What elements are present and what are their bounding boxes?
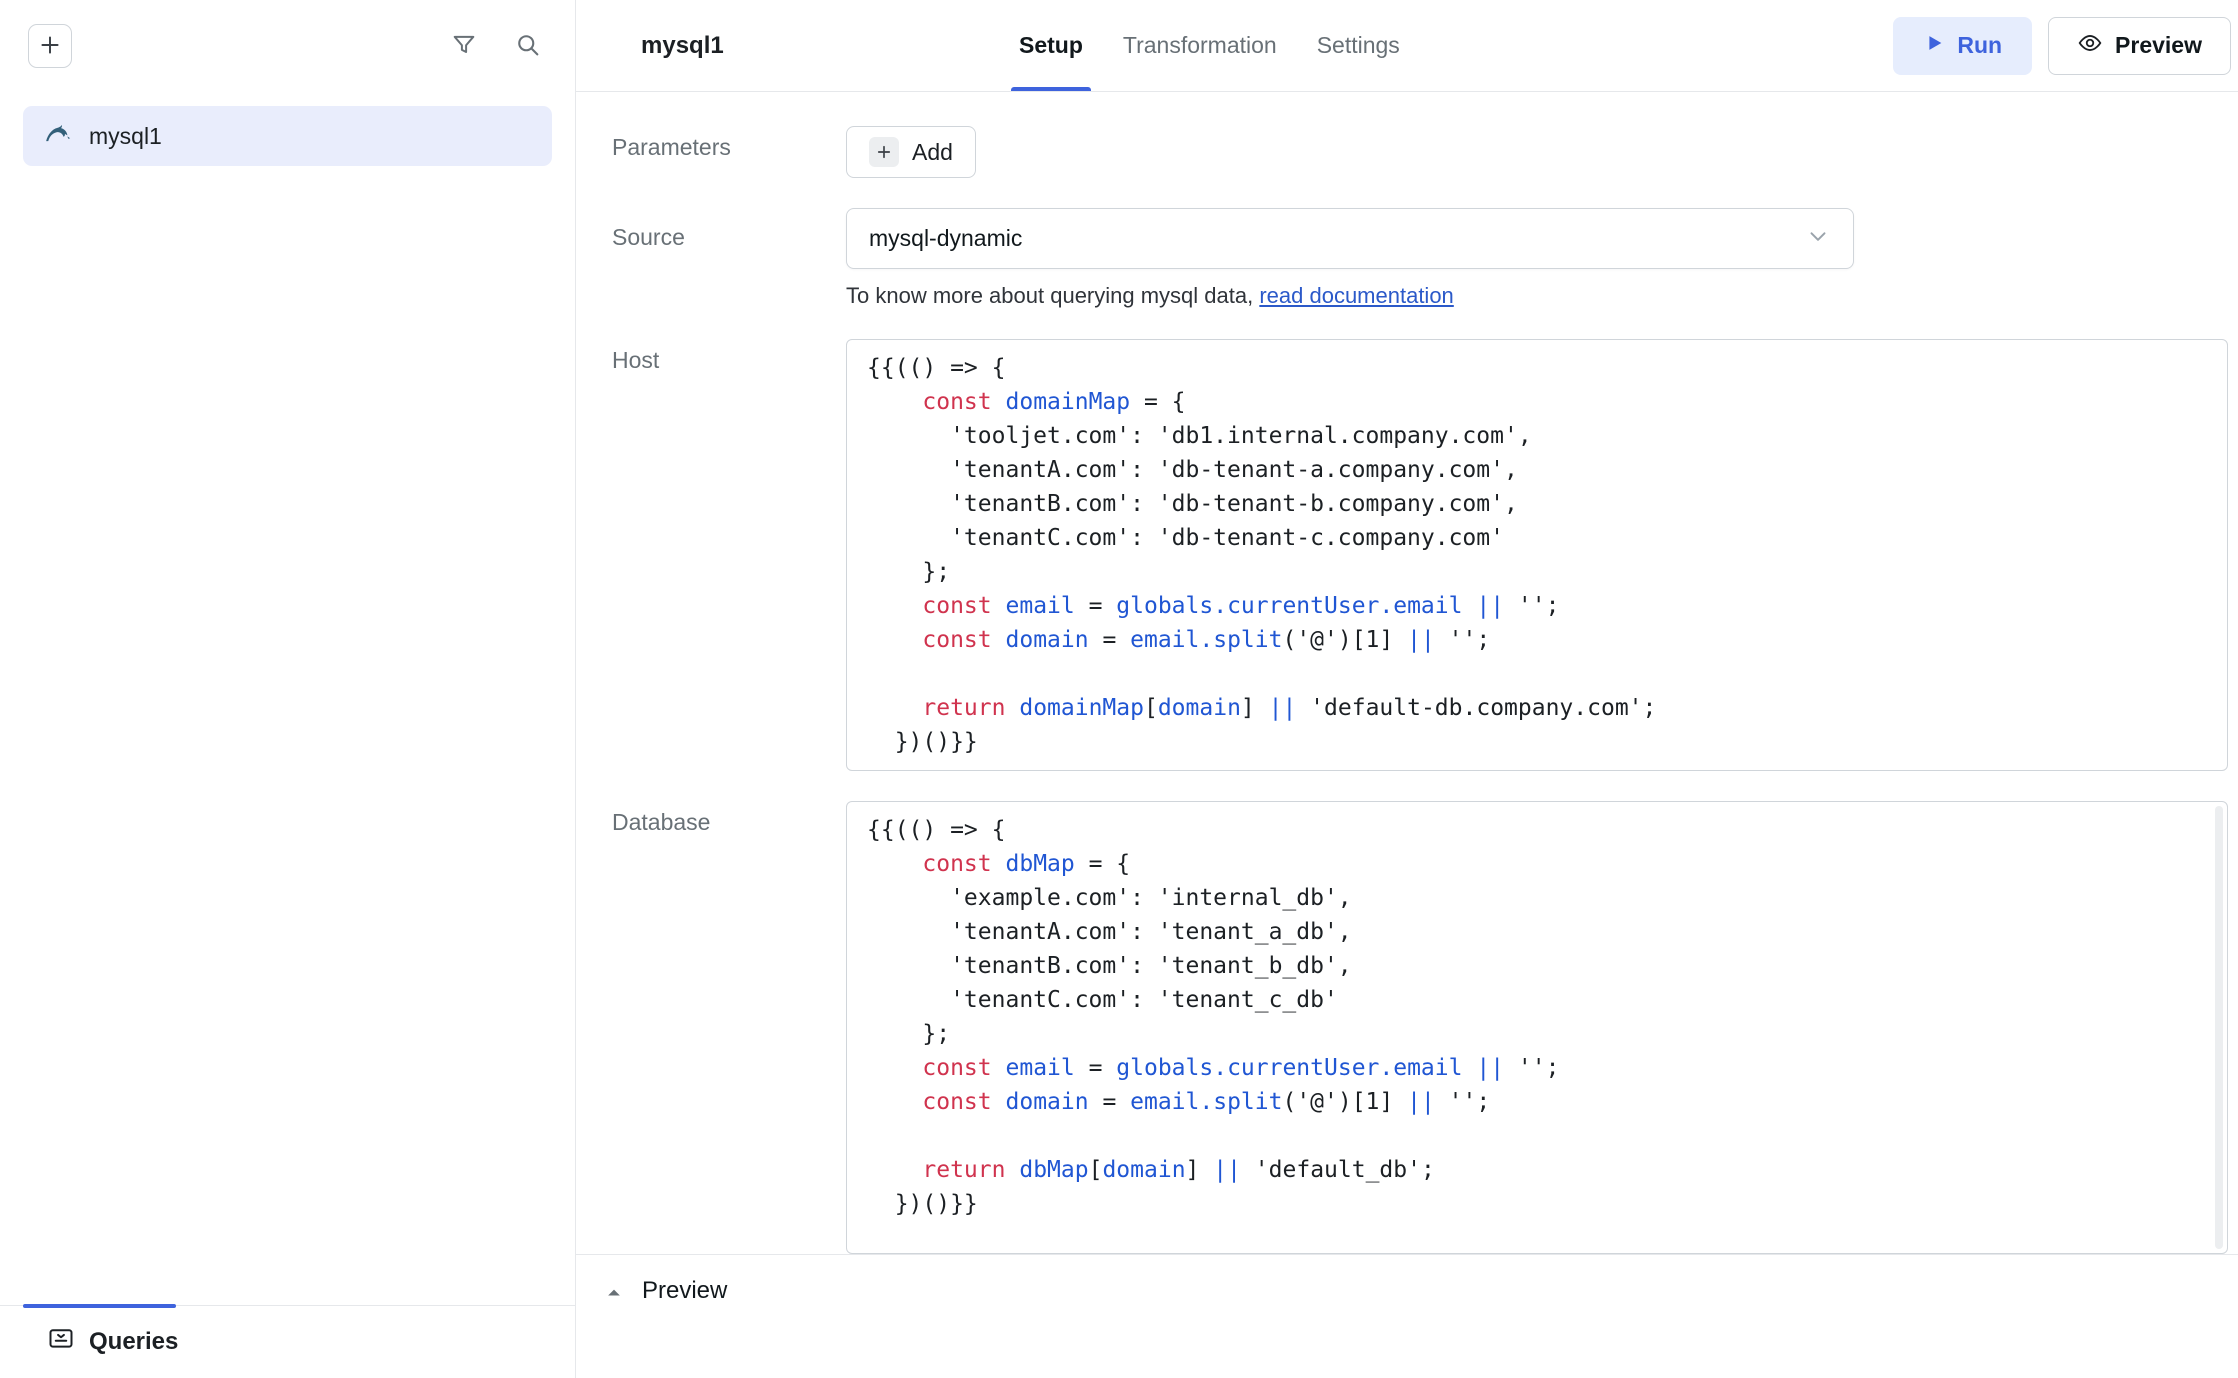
preview-section-header: Preview [576,1254,2238,1378]
plus-icon [869,137,899,167]
add-parameter-button[interactable]: Add [846,126,976,178]
scrollbar[interactable] [2215,806,2223,1249]
database-row: Database {{(() => { const dbMap = { 'exa… [612,801,2228,1254]
search-queries-button[interactable] [509,27,547,65]
code-line: })()}} [867,725,2207,759]
header-actions: Run Preview [1893,17,2231,75]
preview-section-title: Preview [642,1277,727,1305]
filter-queries-button[interactable] [445,27,483,65]
code-line: const domain = email.split('@')[1] || ''… [867,1085,2207,1119]
code-line: 'tenantA.com': 'tenant_a_db', [867,915,2207,949]
search-icon [514,31,542,62]
sidebar-bottom-bar: Queries [0,1305,575,1378]
code-line: const dbMap = { [867,847,2207,881]
code-line: {{(() => { [867,351,2207,385]
code-line: })()}} [867,1187,2207,1221]
database-label: Database [612,801,846,836]
query-tabs: Setup Transformation Settings [1019,0,1400,91]
code-line: const domainMap = { [867,385,2207,419]
queries-tab-active-indicator [23,1304,176,1308]
tab-setup[interactable]: Setup [1019,0,1083,91]
queries-icon [47,1325,75,1360]
host-label: Host [612,339,846,374]
code-line: 'tenantC.com': 'tenant_c_db' [867,983,2207,1017]
code-line [867,1119,2207,1153]
query-title: mysql1 [641,32,801,60]
code-line: return dbMap[domain] || 'default_db'; [867,1153,2207,1187]
code-line: const email = globals.currentUser.email … [867,589,2207,623]
queries-sidebar: mysql1 Queries [0,0,576,1378]
host-row: Host {{(() => { const domainMap = { 'too… [612,339,2228,771]
source-helper-text: To know more about querying mysql data, … [846,283,2228,309]
tab-settings-label: Settings [1317,32,1400,59]
host-control: {{(() => { const domainMap = { 'tooljet.… [846,339,2228,771]
parameters-label: Parameters [612,126,846,161]
code-line: 'tenantB.com': 'tenant_b_db', [867,949,2207,983]
parameters-control: Add [846,126,2228,178]
query-item-label: mysql1 [89,123,162,150]
read-documentation-link[interactable]: read documentation [1259,283,1453,308]
code-line: 'tooljet.com': 'db1.internal.company.com… [867,419,2207,453]
setup-form: Parameters Add Source mysql-dynamic [576,92,2238,1254]
run-button[interactable]: Run [1893,17,2032,75]
code-line: return domainMap[domain] || 'default-db.… [867,691,2207,725]
source-helper-prefix: To know more about querying mysql data, [846,283,1259,308]
source-control: mysql-dynamic To know more about queryin… [846,208,2228,309]
query-header: mysql1 Setup Transformation Settings Ru [576,0,2238,92]
query-detail-panel: mysql1 Setup Transformation Settings Ru [576,0,2238,1378]
query-list-item-mysql1[interactable]: mysql1 [23,106,552,166]
source-select-value: mysql-dynamic [869,225,1805,252]
tab-transformation[interactable]: Transformation [1123,0,1277,91]
source-row: Source mysql-dynamic To know more about … [612,208,2228,309]
query-list: mysql1 [0,92,575,1305]
caret-up-icon[interactable] [604,1283,624,1308]
mysql-icon [43,118,73,154]
code-line: {{(() => { [867,813,2207,847]
code-line: }; [867,1017,2207,1051]
tab-settings[interactable]: Settings [1317,0,1400,91]
code-line [867,657,2207,691]
filter-icon [450,31,478,62]
queries-tab-label: Queries [89,1328,178,1356]
host-code-editor[interactable]: {{(() => { const domainMap = { 'tooljet.… [846,339,2228,771]
run-button-label: Run [1957,32,2002,59]
database-code-editor[interactable]: {{(() => { const dbMap = { 'example.com'… [846,801,2228,1254]
source-label: Source [612,208,846,251]
code-line: 'example.com': 'internal_db', [867,881,2207,915]
parameters-row: Parameters Add [612,126,2228,178]
tab-setup-label: Setup [1019,32,1083,59]
add-query-button[interactable] [28,24,72,68]
sidebar-toolbar [0,0,575,92]
tab-queries[interactable]: Queries [47,1325,178,1360]
code-line: 'tenantC.com': 'db-tenant-c.company.com' [867,521,2207,555]
code-line: }; [867,555,2207,589]
code-line: 'tenantB.com': 'db-tenant-b.company.com'… [867,487,2207,521]
code-line: 'tenantA.com': 'db-tenant-a.company.com'… [867,453,2207,487]
preview-button[interactable]: Preview [2048,17,2231,75]
database-control: {{(() => { const dbMap = { 'example.com'… [846,801,2228,1254]
eye-icon [2077,30,2103,62]
tab-transformation-label: Transformation [1123,32,1277,59]
code-line: const domain = email.split('@')[1] || ''… [867,623,2207,657]
plus-icon [37,32,63,61]
preview-button-label: Preview [2115,32,2202,59]
add-parameter-label: Add [912,139,953,166]
chevron-down-icon [1805,223,1831,255]
query-editor-window: mysql1 Queries mysql1 Setup Transformati… [0,0,2238,1378]
code-line: const email = globals.currentUser.email … [867,1051,2207,1085]
play-icon [1923,32,1945,60]
source-select[interactable]: mysql-dynamic [846,208,1854,269]
